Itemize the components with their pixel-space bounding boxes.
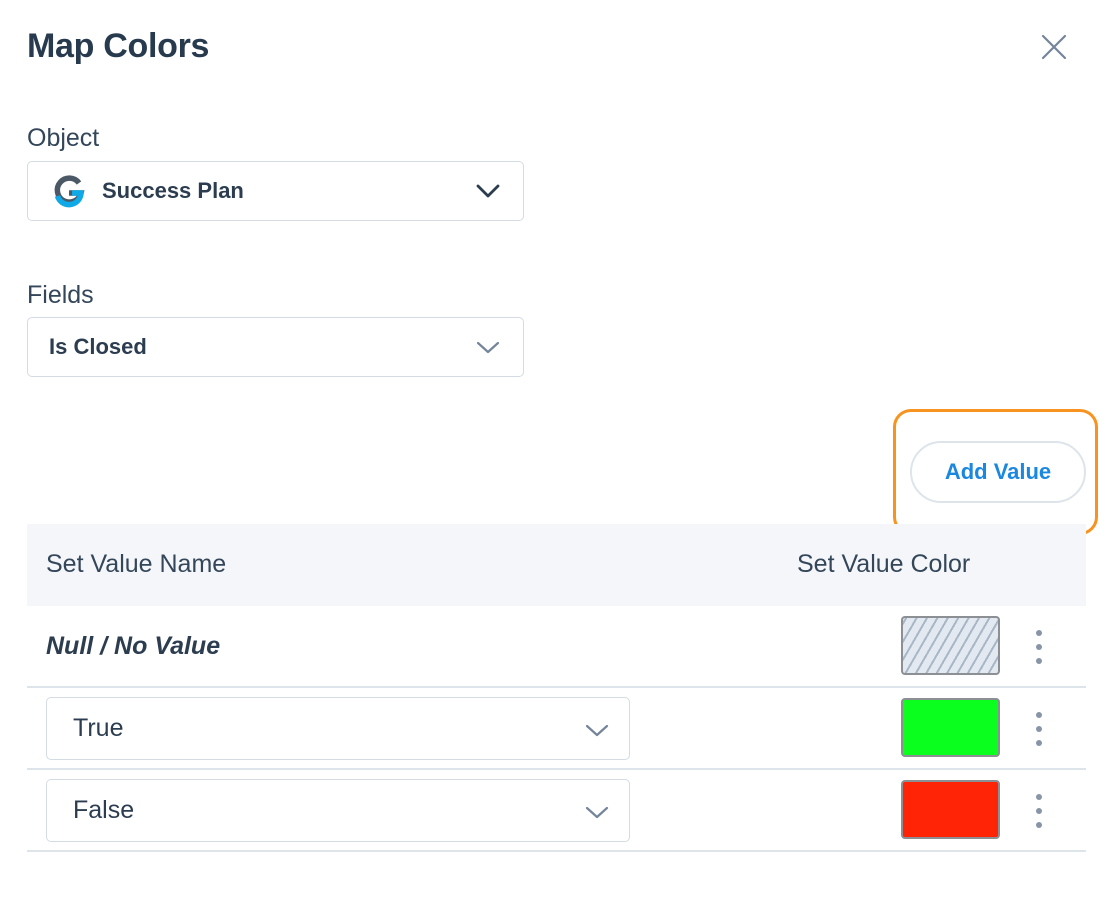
color-swatch-null[interactable]	[901, 616, 1000, 675]
value-select-false[interactable]: False	[46, 779, 630, 842]
value-select-true[interactable]: True	[46, 697, 630, 760]
chevron-down-icon	[585, 806, 609, 819]
value-select-text: True	[73, 714, 124, 742]
page-title: Map Colors	[27, 27, 210, 65]
null-value-label: Null / No Value	[46, 632, 221, 660]
map-colors-panel: Map Colors Object Success Plan Fields Is…	[0, 0, 1114, 920]
chevron-down-icon	[476, 341, 500, 354]
fields-label: Fields	[27, 281, 94, 309]
close-icon	[1041, 34, 1067, 60]
table-row: True	[27, 688, 1086, 770]
value-select-text: False	[73, 796, 135, 824]
chevron-down-icon	[476, 184, 500, 198]
more-options-icon[interactable]	[1027, 712, 1051, 746]
close-button[interactable]	[1036, 29, 1072, 65]
color-swatch-true[interactable]	[901, 698, 1000, 757]
chevron-down-icon	[585, 724, 609, 737]
object-label: Object	[27, 124, 100, 152]
object-select[interactable]: Success Plan	[27, 161, 524, 221]
gainsight-logo-icon	[52, 174, 86, 208]
table-row: False	[27, 770, 1086, 852]
add-value-button[interactable]: Add Value	[910, 441, 1086, 503]
more-options-icon[interactable]	[1027, 794, 1051, 828]
fields-select-value: Is Closed	[49, 334, 147, 359]
color-swatch-false[interactable]	[901, 780, 1000, 839]
header-set-value-color: Set Value Color	[797, 550, 971, 578]
header-set-value-name: Set Value Name	[46, 550, 227, 578]
fields-select[interactable]: Is Closed	[27, 317, 524, 377]
table-header: Set Value Name Set Value Color	[27, 524, 1086, 606]
object-select-value: Success Plan	[102, 178, 244, 203]
more-options-icon[interactable]	[1027, 630, 1051, 664]
table-row: Null / No Value	[27, 606, 1086, 688]
